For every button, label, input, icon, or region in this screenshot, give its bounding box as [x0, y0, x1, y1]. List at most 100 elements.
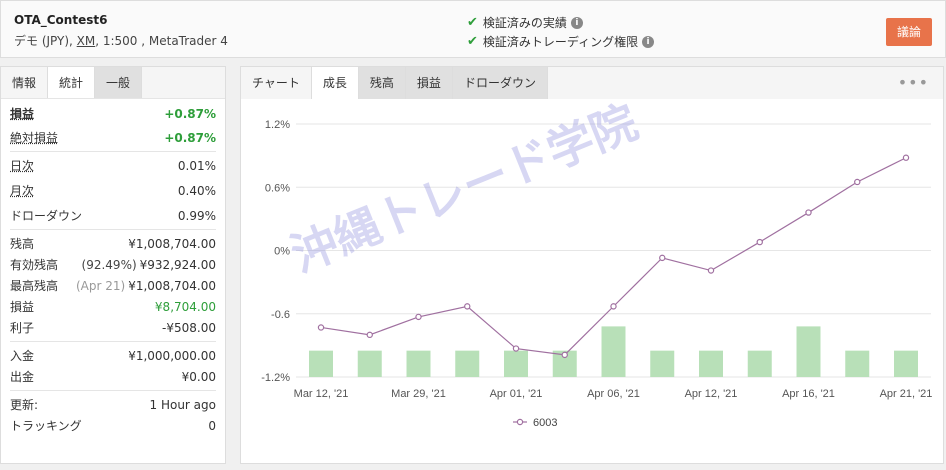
- stat-row-updated: 更新: 1 Hour ago: [10, 394, 216, 415]
- stat-row-equity: 有効残高 (92.49%) ¥932,924.00: [10, 254, 216, 275]
- stat-label[interactable]: 日次: [10, 157, 34, 174]
- stat-label: 更新:: [10, 398, 39, 412]
- y-tick-label: 0%: [274, 246, 290, 258]
- data-point: [415, 313, 422, 321]
- info-icon[interactable]: i: [642, 35, 655, 48]
- stat-row-profit: 損益 ¥8,704.00: [10, 296, 216, 317]
- verified-trading-privileges: ✔ 検証済みトレーディング権限 i: [467, 33, 655, 50]
- stat-value: 0.40%: [177, 183, 216, 198]
- stat-value: +0.87%: [164, 130, 216, 145]
- stat-row-interest: 利子 -¥508.00: [10, 317, 216, 338]
- check-icon: ✔: [467, 34, 478, 49]
- stat-value: 1 Hour ago: [149, 397, 216, 412]
- growth-chart: 1.2% 0.6% 0% -0.6 -1.2% Mar 12, '21 Mar 29, '2…: [261, 119, 933, 429]
- stat-row-deposits: 入金 ¥1,000,000.00: [10, 345, 216, 366]
- stat-value: 0.01%: [177, 158, 216, 173]
- stat-row-tracking: トラッキング 0: [10, 415, 216, 436]
- stat-value: ¥1,000,000.00: [128, 348, 216, 363]
- x-tick-label: Apr 21, '21: [880, 388, 933, 400]
- tab-growth[interactable]: 成長: [311, 67, 359, 99]
- verified-track-label: 検証済みの実績: [482, 16, 567, 30]
- data-point: [805, 209, 812, 216]
- bar: [601, 326, 626, 377]
- data-point: [366, 331, 373, 339]
- tab-info[interactable]: 情報: [1, 67, 49, 98]
- account-name: OTA_Contest6: [14, 13, 108, 27]
- stat-row-daily: 日次 0.01%: [10, 155, 216, 176]
- data-point: [317, 324, 325, 331]
- stat-value: ¥1,008,704.00: [128, 236, 216, 251]
- account-type: デモ (JPY),: [14, 34, 77, 48]
- stat-label: 残高: [10, 237, 35, 251]
- verified-trading-label: 検証済みトレーディング権限: [482, 35, 639, 49]
- bar: [309, 350, 333, 377]
- stat-label: 有効残高: [10, 258, 59, 272]
- broker-link[interactable]: XM: [77, 34, 96, 48]
- stat-label: 利子: [10, 321, 35, 335]
- bar: [845, 350, 870, 377]
- stat-value: (92.49%) ¥932,924.00: [81, 257, 216, 272]
- x-tick-label: Mar 12, '21: [294, 388, 349, 400]
- bar: [650, 350, 675, 377]
- more-menu-icon[interactable]: •••: [898, 73, 929, 92]
- bar: [894, 350, 918, 377]
- stat-label: 損益: [10, 300, 35, 314]
- account-info: デモ (JPY), XM, 1:500 , MetaTrader 4: [14, 32, 228, 49]
- stat-value: +0.87%: [164, 106, 216, 121]
- x-tick-label: Apr 01, '21: [490, 388, 543, 400]
- tab-drawdown[interactable]: ドローダウン: [452, 67, 548, 99]
- tab-chart[interactable]: チャート: [241, 67, 312, 99]
- x-tick-label: Apr 06, '21: [587, 388, 640, 400]
- verified-track-record: ✔ 検証済みの実績 i: [467, 14, 583, 31]
- stat-value: ¥0.00: [181, 369, 216, 384]
- bar: [504, 350, 528, 377]
- leverage-platform: , 1:500 , MetaTrader 4: [95, 34, 228, 48]
- chart-tabs: チャート 成長 残高 損益 ドローダウン: [241, 67, 943, 99]
- stat-label[interactable]: 損益: [10, 105, 34, 122]
- stat-label: トラッキング: [10, 419, 82, 433]
- chart-panel: チャート 成長 残高 損益 ドローダウン ••• 1.2% 0.6% 0% -0.6 -…: [240, 66, 944, 464]
- data-point: [902, 154, 910, 161]
- x-tick-label: Apr 16, '21: [782, 388, 835, 400]
- stat-label[interactable]: 絶対損益: [10, 129, 58, 146]
- tab-balance[interactable]: 残高: [358, 67, 406, 99]
- stat-value: (Apr 21) ¥1,008,704.00: [75, 278, 216, 293]
- bar: [747, 350, 772, 377]
- discuss-button[interactable]: 議論: [886, 18, 932, 46]
- bar: [357, 350, 382, 377]
- x-tick-label: Apr 12, '21: [685, 388, 738, 400]
- data-point: [854, 178, 861, 186]
- legend-label: 6003: [533, 417, 557, 429]
- y-tick-label: -1.2%: [261, 372, 290, 384]
- info-icon[interactable]: i: [570, 16, 583, 29]
- stat-value: 0.99%: [177, 208, 216, 223]
- data-point: [659, 254, 666, 262]
- account-header: OTA_Contest6 デモ (JPY), XM, 1:500 , MetaT…: [0, 0, 946, 58]
- tab-general[interactable]: 一般: [95, 67, 143, 98]
- bar: [796, 326, 821, 377]
- x-tick-label: Mar 29, '21: [391, 388, 446, 400]
- tab-profit[interactable]: 損益: [405, 67, 453, 99]
- stat-label: 最高残高: [10, 279, 59, 293]
- data-point: [464, 303, 471, 310]
- stat-row-withdrawals: 出金 ¥0.00: [10, 366, 216, 387]
- stats-list: 損益 +0.87% 絶対損益 +0.87% 日次 0.01% 月次 0.40% ドローダ…: [1, 99, 225, 436]
- stat-row-monthly: 月次 0.40%: [10, 180, 216, 201]
- stat-label: ドローダウン: [10, 209, 83, 223]
- stat-label[interactable]: 月次: [10, 182, 34, 199]
- y-tick-label: -0.6: [271, 309, 290, 321]
- bar: [455, 350, 480, 377]
- tab-stats[interactable]: 統計: [48, 67, 96, 98]
- stat-label: 入金: [10, 349, 35, 363]
- stat-row-highest: 最高残高 (Apr 21) ¥1,008,704.00: [10, 275, 216, 296]
- data-point: [561, 351, 568, 359]
- stats-tabs: 情報 統計 一般: [1, 67, 225, 99]
- legend-marker: [516, 418, 524, 426]
- bar: [699, 350, 723, 377]
- stat-row-drawdown: ドローダウン 0.99%: [10, 205, 216, 226]
- stat-value: -¥508.00: [162, 320, 216, 335]
- y-tick-label: 0.6%: [265, 182, 290, 194]
- stat-label: 出金: [10, 370, 35, 384]
- stat-row-abs-gain: 絶対損益 +0.87%: [10, 127, 216, 148]
- data-point: [707, 267, 715, 274]
